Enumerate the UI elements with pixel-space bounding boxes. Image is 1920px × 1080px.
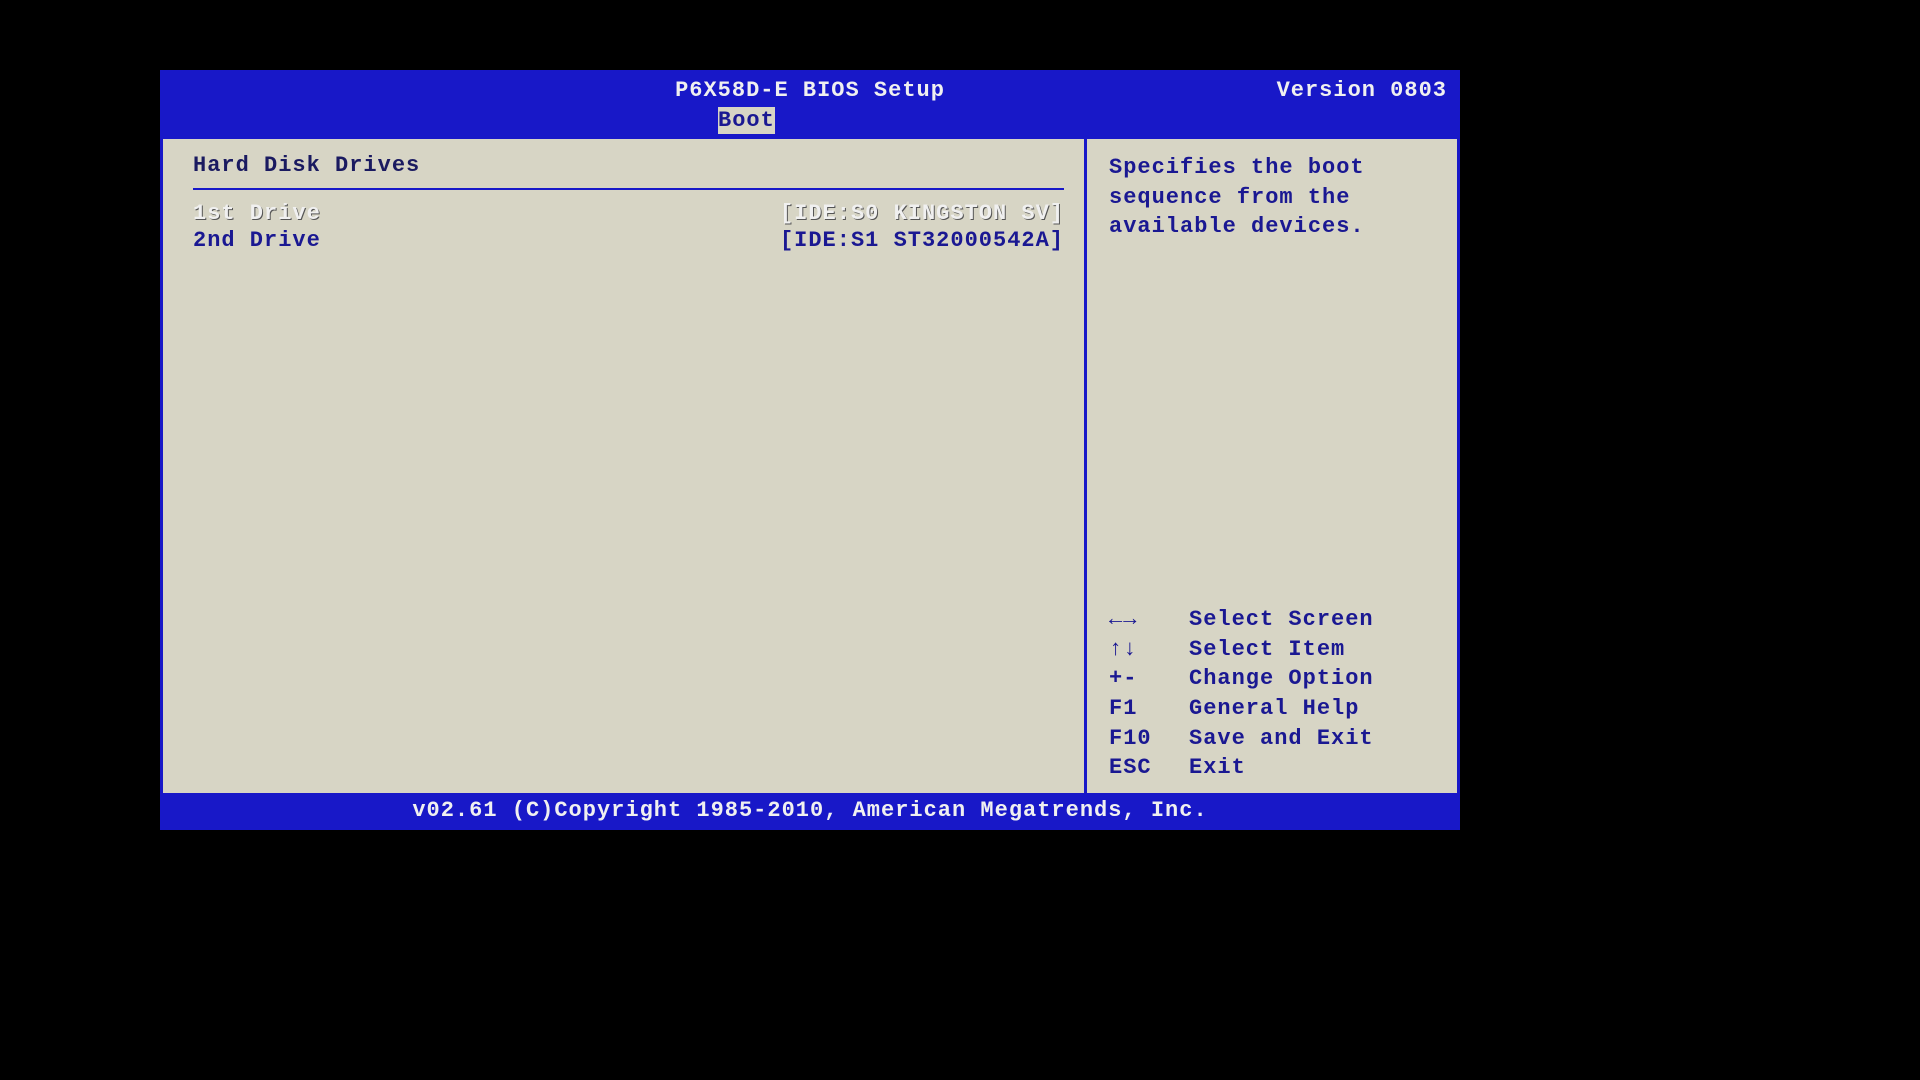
drive-value: [IDE:S1 ST32000542A] <box>780 228 1064 253</box>
drive-label: 2nd Drive <box>193 228 393 253</box>
key-desc: Select Item <box>1189 635 1439 665</box>
key-desc: Save and Exit <box>1189 724 1439 754</box>
help-description: Specifies the boot sequence from the ava… <box>1109 153 1439 242</box>
footer-bar: v02.61 (C)Copyright 1985-2010, American … <box>163 793 1457 827</box>
key: ↑↓ <box>1109 635 1189 665</box>
bios-title: P6X58D-E BIOS Setup <box>163 78 1457 103</box>
key: F10 <box>1109 724 1189 754</box>
key-row: ↑↓ Select Item <box>1109 635 1439 665</box>
key-desc: Select Screen <box>1189 605 1439 635</box>
key-row: F1 General Help <box>1109 694 1439 724</box>
key-row: ←→ Select Screen <box>1109 605 1439 635</box>
key-row: +- Change Option <box>1109 664 1439 694</box>
drive-label: 1st Drive <box>193 201 393 226</box>
key: F1 <box>1109 694 1189 724</box>
key-legend: ←→ Select Screen ↑↓ Select Item +- Chang… <box>1109 605 1439 783</box>
key-desc: Change Option <box>1189 664 1439 694</box>
key: +- <box>1109 664 1189 694</box>
key-desc: Exit <box>1189 753 1439 783</box>
body-area: Hard Disk Drives 1st Drive [IDE:S0 KINGS… <box>163 137 1457 793</box>
bios-screen: P6X58D-E BIOS Setup Version 0803 Boot Ha… <box>160 70 1460 830</box>
section-heading: Hard Disk Drives <box>193 151 1064 188</box>
tab-boot[interactable]: Boot <box>718 107 775 134</box>
drive-row-2[interactable]: 2nd Drive [IDE:S1 ST32000542A] <box>193 227 1064 254</box>
divider <box>193 188 1064 190</box>
key-row: ESC Exit <box>1109 753 1439 783</box>
drive-value: [IDE:S0 KINGSTON SV] <box>780 201 1064 226</box>
main-pane: Hard Disk Drives 1st Drive [IDE:S0 KINGS… <box>163 139 1087 793</box>
key-desc: General Help <box>1189 694 1439 724</box>
copyright-text: v02.61 (C)Copyright 1985-2010, American … <box>412 798 1207 823</box>
menu-bar: Boot <box>163 107 1457 137</box>
bios-version: Version 0803 <box>1277 78 1447 103</box>
drive-row-1[interactable]: 1st Drive [IDE:S0 KINGSTON SV] <box>193 200 1064 227</box>
help-pane: Specifies the boot sequence from the ava… <box>1087 139 1457 793</box>
key: ←→ <box>1109 605 1189 635</box>
key: ESC <box>1109 753 1189 783</box>
key-row: F10 Save and Exit <box>1109 724 1439 754</box>
title-bar: P6X58D-E BIOS Setup Version 0803 <box>163 73 1457 107</box>
